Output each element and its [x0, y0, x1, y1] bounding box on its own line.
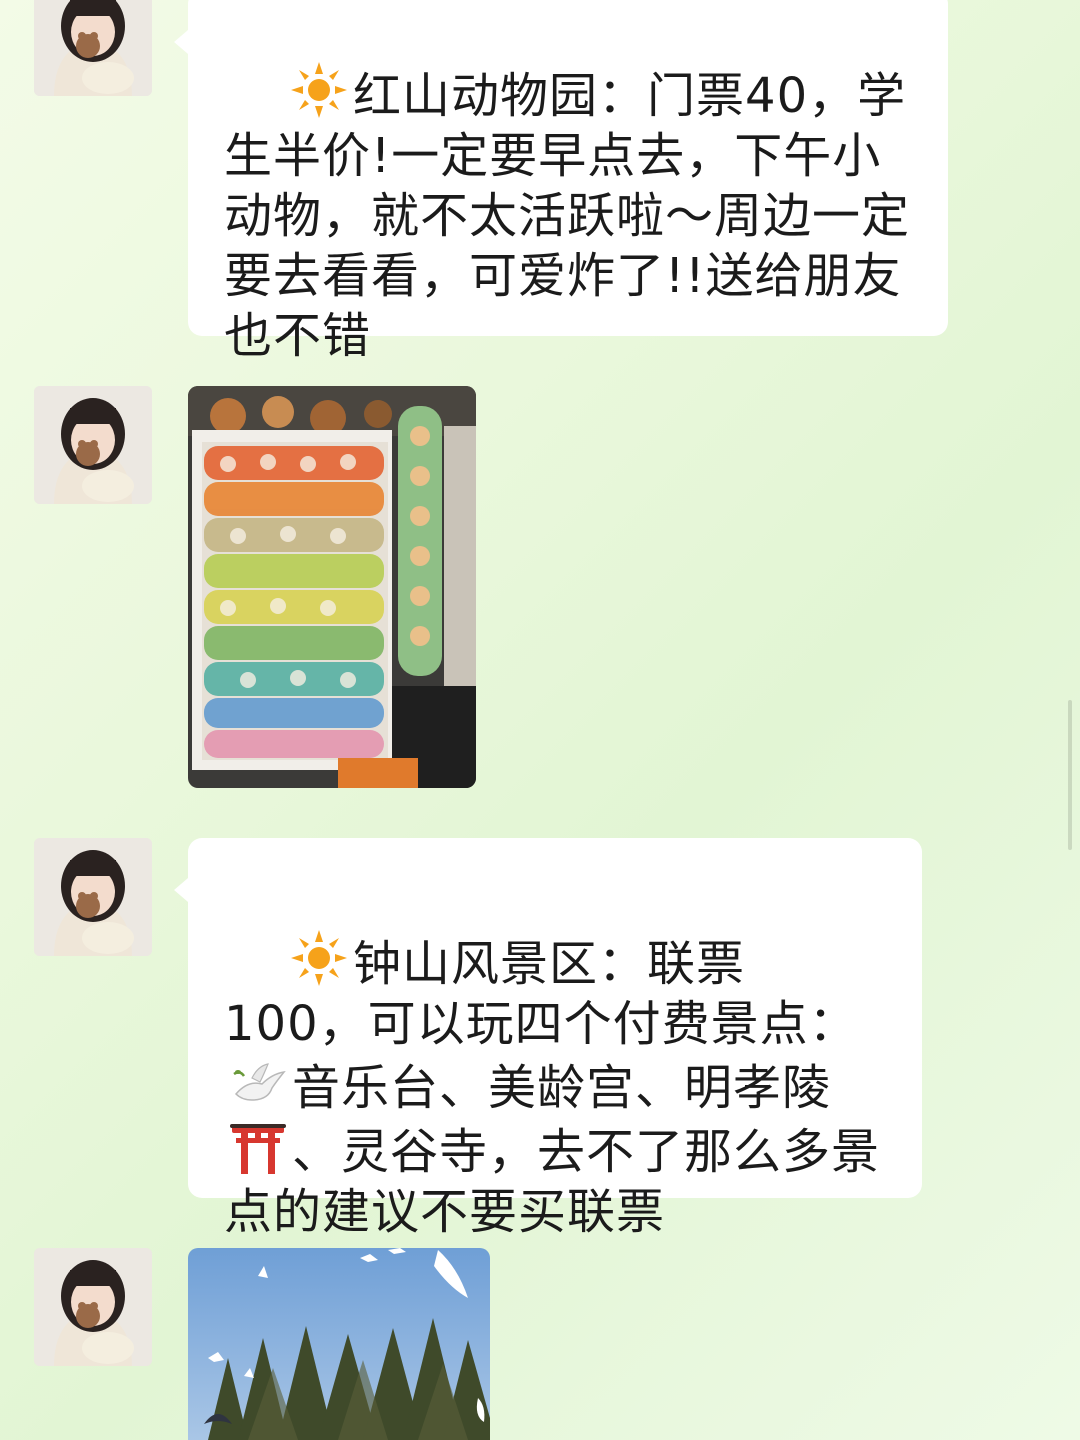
message-bubble[interactable]: 钟山风景区：联票100，可以玩四个付费景点： 音乐台、美龄宫、明孝陵 、灵谷寺，…	[174, 838, 922, 1240]
pigeons-trees-photo	[188, 1248, 490, 1440]
sun-icon	[291, 62, 348, 118]
bubble-tail	[174, 30, 188, 54]
avatar[interactable]	[34, 0, 152, 96]
avatar[interactable]	[34, 386, 152, 504]
avatar-image	[34, 0, 152, 96]
torii-gate-icon	[230, 1124, 286, 1174]
photo-message[interactable]	[188, 386, 476, 788]
message-bubble[interactable]: 红山动物园：门票40，学生半价!一定要早点去，下午小动物，就不太活跃啦～周边一定…	[174, 0, 948, 364]
plush-toy-wall-photo	[188, 386, 476, 788]
sun-icon	[291, 930, 348, 986]
avatar-image	[34, 386, 152, 504]
avatar-image	[34, 1248, 152, 1366]
message-text: 音乐台、美龄宫、明孝陵	[292, 1060, 832, 1116]
chat-thread: 红山动物园：门票40，学生半价!一定要早点去，下午小动物，就不太活跃啦～周边一定…	[0, 0, 1080, 1440]
avatar[interactable]	[34, 838, 152, 956]
message-text: 、灵谷寺，去不了那么多景点的建议不要买联票	[224, 1124, 881, 1240]
avatar-image	[34, 838, 152, 956]
photo-message[interactable]	[188, 1248, 490, 1440]
dove-icon	[233, 1063, 286, 1101]
avatar[interactable]	[34, 1248, 152, 1366]
bubble-tail	[174, 878, 188, 902]
scrollbar[interactable]	[1068, 700, 1072, 850]
